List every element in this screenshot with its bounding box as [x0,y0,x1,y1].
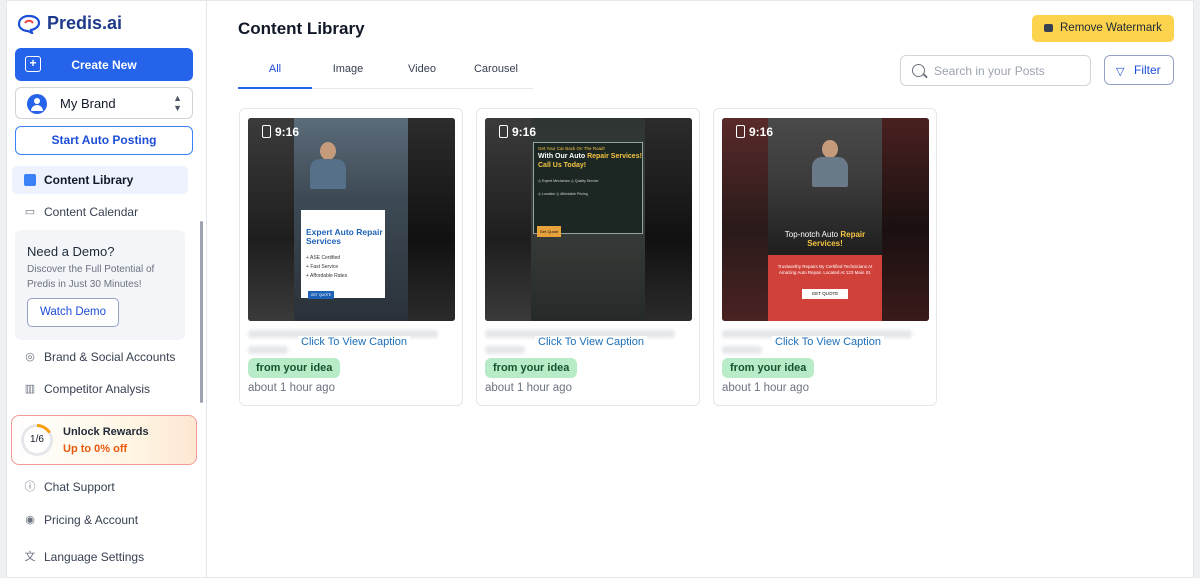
aspect-ratio-badge: 9:16 [736,125,773,139]
phone-icon [736,125,745,138]
filter-label: Filter [1134,63,1161,77]
app-frame: Predis.ai + Create New My Brand ▲ ▼ Start… [6,0,1194,578]
source-tag: from your idea [722,358,815,378]
start-auto-posting-button[interactable]: Start Auto Posting [15,126,193,155]
poster-title: Top-notch Auto Repair Services! [784,230,866,248]
create-new-label: Create New [71,57,137,72]
unlock-rewards-card[interactable]: 1/6 Unlock Rewards Up to 0% off [11,415,197,465]
sidebar-item-brand-social-accounts[interactable]: ◎ Brand & Social Accounts [12,343,188,371]
blurred-caption [248,346,288,354]
timestamp: about 1 hour ago [248,382,335,394]
view-caption-link[interactable]: Click To View Caption [535,336,647,348]
bar-chart-icon: ▥ [24,383,36,395]
phone-icon [262,125,271,138]
logo-text: Predis.ai [47,13,123,33]
tab-video[interactable]: Video [392,56,452,89]
content-tabs: All Image Video Carousel [238,56,533,89]
source-tag: from your idea [248,358,341,378]
timestamp: about 1 hour ago [485,382,572,394]
chevron-up-down-icon: ▲ ▼ [173,93,182,113]
demo-title: Need a Demo? [27,244,115,259]
brand-name: My Brand [60,96,116,111]
demo-card: Need a Demo? Discover the Full Potential… [15,230,185,340]
sidebar-item-label: Pricing & Account [44,513,139,527]
remove-watermark-label: Remove Watermark [1060,22,1162,34]
poster-features: ◎ Expert Mechanics ◎ Quality Service ◎ L… [538,179,599,196]
sidebar-item-competitor-analysis[interactable]: ▥ Competitor Analysis [12,375,188,403]
blurred-caption [722,346,762,354]
poster-subtitle: Trustworthy Repairs By Certified Technic… [777,264,873,275]
account-circle-icon: ◉ [25,514,35,526]
poster-cta: GET QUOTE [802,289,848,299]
poster-kicker: Get Your Car Back On The Road! [538,146,605,151]
view-caption-link[interactable]: Click To View Caption [772,336,884,348]
watermark-icon [1044,24,1053,32]
blurred-caption [485,346,525,354]
poster-list: + ASE Certified + Fast Service + Afforda… [306,255,348,279]
sidebar-item-chat-support[interactable]: ⓘ Chat Support [12,473,188,501]
sidebar-item-pricing-account[interactable]: ◉ Pricing & Account [12,506,188,534]
post-thumbnail[interactable]: 9:16 Expert Auto Repair Services + ASE C… [248,118,455,321]
post-thumbnail[interactable]: 9:16 Top-notch Auto Repair Services! Tru… [722,118,929,321]
translate-icon: 文 [24,551,36,563]
sidebar-item-label: Brand & Social Accounts [44,350,176,364]
predis-logo-icon [17,14,41,34]
aspect-ratio-badge: 9:16 [499,125,536,139]
brand-selector[interactable]: My Brand ▲ ▼ [15,87,193,119]
library-icon [24,174,36,186]
create-new-button[interactable]: + Create New [15,48,193,81]
sidebar-item-label: Language Settings [44,550,145,564]
help-circle-icon: ⓘ [24,481,36,493]
rewards-subtitle: Up to 0% off [63,443,128,455]
poster-text-panel: Get Your Car Back On The Road! With Our … [533,142,643,234]
sidebar: Predis.ai + Create New My Brand ▲ ▼ Start… [7,1,207,577]
sidebar-item-label: Content Calendar [44,205,139,219]
content-card[interactable]: 9:16 Top-notch Auto Repair Services! Tru… [713,108,937,406]
sidebar-scrollbar[interactable] [200,221,203,403]
content-card[interactable]: 9:16 Get Your Car Back On The Road! With… [476,108,700,406]
tab-all[interactable]: All [238,56,312,89]
poster-title: With Our Auto Repair Services! Call Us T… [538,153,642,169]
timestamp: about 1 hour ago [722,382,809,394]
poster-title: Expert Auto Repair Services [306,227,383,246]
rewards-title: Unlock Rewards [63,426,149,438]
sidebar-item-content-library[interactable]: Content Library [12,166,188,194]
target-icon: ◎ [25,351,35,363]
search-icon [912,64,925,77]
demo-subtitle: Discover the Full Potential of Predis in… [27,264,155,290]
sidebar-item-label: Competitor Analysis [44,382,151,396]
poster-text-panel: Expert Auto Repair Services + ASE Certif… [301,210,385,299]
logo[interactable]: Predis.ai [17,13,122,34]
content-card[interactable]: 9:16 Expert Auto Repair Services + ASE C… [239,108,463,406]
tab-image[interactable]: Image [318,56,378,89]
remove-watermark-button[interactable]: Remove Watermark [1032,15,1174,42]
sidebar-item-label: Chat Support [44,480,115,494]
aspect-ratio-badge: 9:16 [262,125,299,139]
calendar-icon: ▭ [24,206,36,218]
sidebar-item-label: Content Library [44,173,134,187]
search-box [900,55,1091,86]
search-input[interactable] [934,62,1084,80]
filter-button[interactable]: ▽ Filter [1104,55,1174,85]
filter-icon: ▽ [1116,66,1125,78]
post-thumbnail[interactable]: 9:16 Get Your Car Back On The Road! With… [485,118,692,321]
phone-icon [499,125,508,138]
user-avatar-icon [27,94,47,114]
rewards-progress: 1/6 [30,434,44,445]
page-title: Content Library [238,19,365,38]
sidebar-item-language-settings[interactable]: 文 Language Settings [12,543,188,571]
view-caption-link[interactable]: Click To View Caption [298,336,410,348]
tab-carousel[interactable]: Carousel [464,56,528,89]
watch-demo-button[interactable]: Watch Demo [27,298,119,327]
poster-cta: Get Quote [537,226,561,237]
sidebar-item-content-calendar[interactable]: ▭ Content Calendar [12,198,188,226]
poster-cta: GET QUOTE [308,291,334,299]
source-tag: from your idea [485,358,578,378]
